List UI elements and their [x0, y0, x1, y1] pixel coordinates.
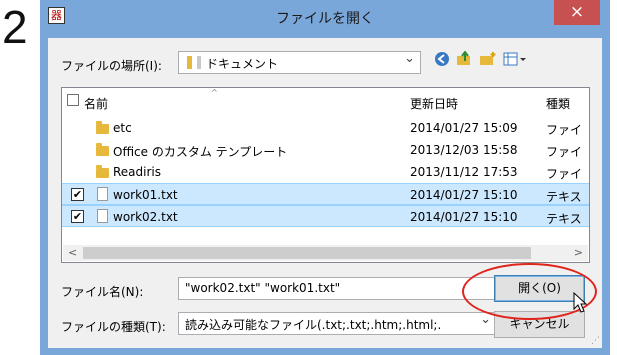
- horizontal-scrollbar[interactable]: < >: [63, 245, 588, 261]
- folder-icon: [96, 165, 109, 178]
- location-value: ドキュメント: [206, 57, 279, 71]
- list-item[interactable]: ✔ work01.txt 2014/01/27 15:10 テキス: [62, 183, 589, 205]
- scroll-left-icon[interactable]: <: [68, 245, 77, 261]
- scroll-right-icon[interactable]: >: [574, 245, 583, 261]
- title-bar: 器 ファイルを開く ×: [40, 0, 610, 38]
- view-menu-icon[interactable]: [503, 51, 527, 67]
- text-file-icon: [97, 187, 108, 201]
- row-checkbox[interactable]: ✔: [71, 188, 84, 201]
- item-name: work01.txt: [113, 188, 178, 202]
- list-item[interactable]: Readiris 2013/11/12 17:53 ファイ: [62, 161, 589, 183]
- column-header-name[interactable]: 名前: [84, 95, 108, 112]
- column-header-type[interactable]: 種類: [546, 95, 570, 112]
- new-folder-icon[interactable]: [479, 51, 497, 67]
- sort-arrow-icon: ^: [211, 88, 218, 97]
- item-date: 2014/01/27 15:10: [410, 210, 518, 224]
- dialog-title: ファイルを開く: [276, 11, 374, 27]
- item-name: Office のカスタム テンプレート: [113, 145, 288, 159]
- item-date: 2014/01/27 15:10: [410, 188, 518, 202]
- column-header-date[interactable]: 更新日時: [410, 95, 458, 112]
- item-type: ファイ: [546, 145, 583, 159]
- resize-grip-icon[interactable]: ⋰: [591, 336, 600, 346]
- chevron-down-icon: ⌄: [404, 51, 415, 66]
- item-name: etc: [113, 121, 132, 135]
- item-name: work02.txt: [113, 210, 178, 224]
- filetype-value: 読み込み可能なファイル(.txt;.txt;.htm;.html;.: [185, 318, 442, 332]
- close-button[interactable]: ×: [554, 0, 600, 25]
- scrollbar-thumb[interactable]: [83, 247, 531, 259]
- file-list[interactable]: ^ 名前 更新日時 種類 etc 2014/01/27 15:09 ファイ Of…: [61, 87, 590, 263]
- item-name: Readiris: [113, 165, 162, 179]
- list-item[interactable]: ✔ work02.txt 2014/01/27 15:10 テキス: [62, 205, 589, 227]
- list-item[interactable]: Office のカスタム テンプレート 2013/12/03 15:58 ファイ: [62, 139, 589, 161]
- item-type: ファイ: [546, 123, 583, 137]
- list-item[interactable]: etc 2014/01/27 15:09 ファイ: [62, 117, 589, 139]
- back-arrow-icon[interactable]: [434, 51, 450, 67]
- folder-icon: [187, 56, 192, 69]
- row-checkbox[interactable]: ✔: [71, 210, 84, 223]
- filename-value: "work02.txt" "work01.txt": [185, 281, 341, 295]
- filename-input[interactable]: "work02.txt" "work01.txt": [178, 277, 496, 300]
- mouse-cursor-icon: [573, 292, 587, 313]
- up-folder-icon[interactable]: [456, 51, 472, 67]
- location-combo[interactable]: ドキュメント ⌄: [178, 51, 421, 74]
- filename-label: ファイル名(N):: [61, 285, 144, 299]
- item-type: テキス: [546, 190, 582, 204]
- location-label: ファイルの場所(I):: [61, 59, 162, 73]
- item-date: 2013/11/12 17:53: [410, 165, 518, 179]
- filetype-label: ファイルの種類(T):: [61, 320, 166, 334]
- folder-icon: [96, 121, 109, 134]
- item-date: 2013/12/03 15:58: [410, 143, 518, 157]
- item-type: ファイ: [546, 167, 583, 181]
- item-type: テキス: [546, 212, 582, 226]
- filetype-select[interactable]: 読み込み可能なファイル(.txt;.txt;.htm;.html;. ⌄: [178, 312, 496, 335]
- folder-icon: [96, 143, 109, 156]
- step-number: 2: [2, 1, 28, 53]
- text-file-icon: [97, 209, 108, 223]
- item-date: 2014/01/27 15:09: [410, 121, 518, 135]
- select-all-checkbox[interactable]: [67, 94, 79, 106]
